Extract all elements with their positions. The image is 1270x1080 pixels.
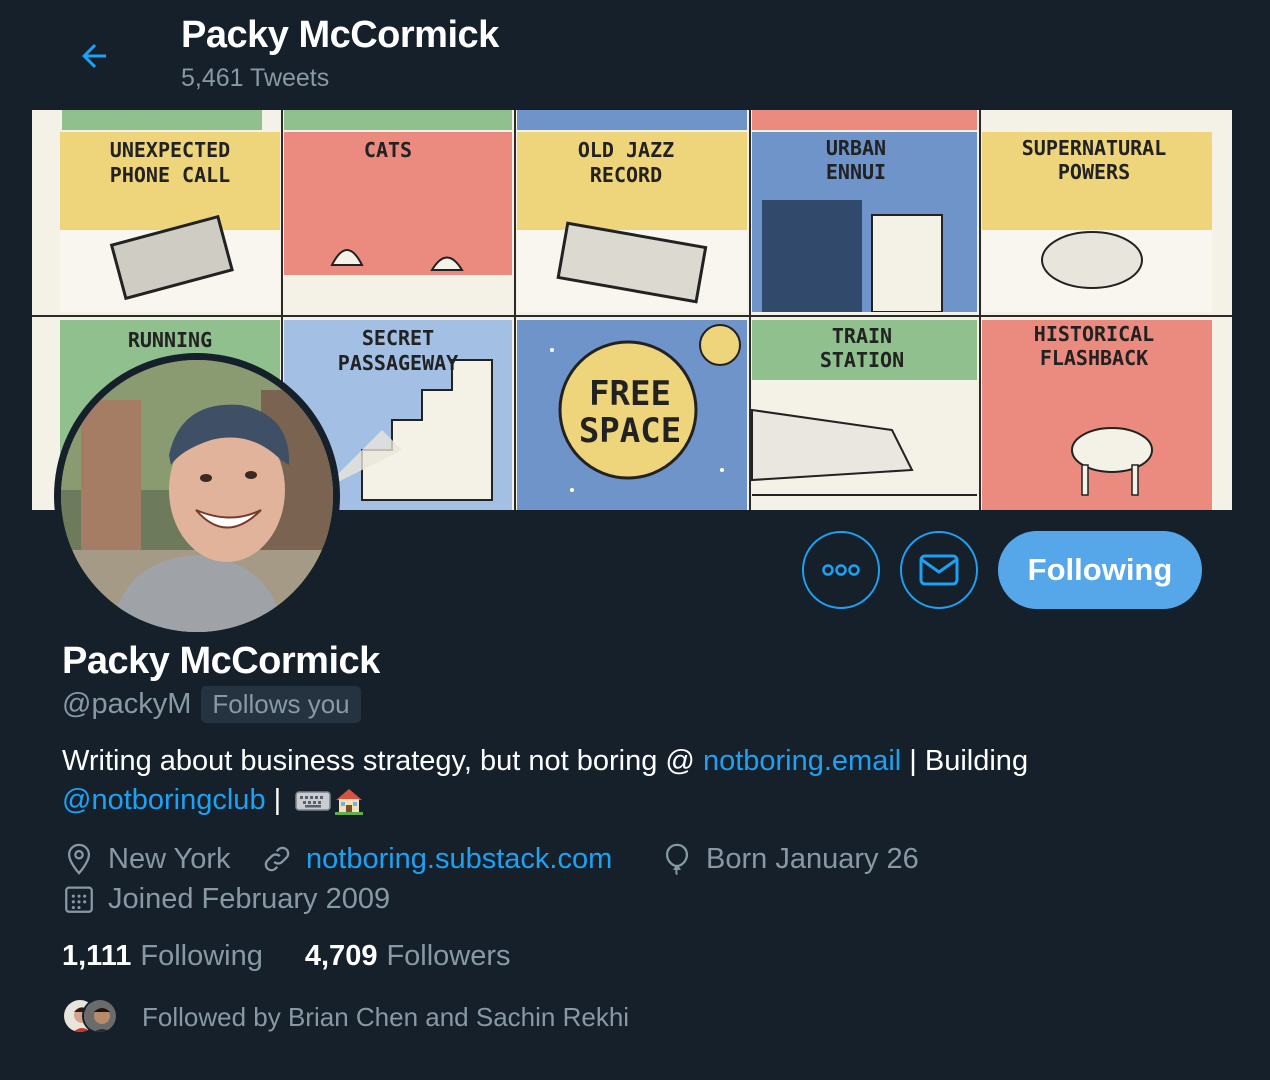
more-button[interactable] [802, 531, 880, 609]
profile-name: Packy McCormick [62, 640, 380, 682]
location-text: New York [108, 842, 231, 875]
envelope-icon [919, 554, 959, 586]
banner-label: HISTORICAL [1034, 322, 1154, 346]
handle-row: @packyM Follows you [62, 686, 361, 723]
banner-label: FREE [589, 374, 671, 414]
followers-stat[interactable]: 4,709 Followers [305, 940, 511, 973]
banner-label: UNEXPECTED [110, 138, 230, 162]
banner-label: OLD JAZZ [578, 138, 674, 162]
banner-label: RUNNING [128, 328, 212, 352]
location: New York [62, 842, 231, 876]
banner-label: PASSAGEWAY [338, 351, 458, 375]
avatar-photo [61, 360, 333, 632]
follow-stats: 1,111 Following 4,709 Followers [62, 940, 511, 973]
banner-label: TRAIN [832, 324, 892, 348]
banner-label: RECORD [590, 163, 662, 187]
birthday: Born January 26 [660, 842, 919, 876]
following-button[interactable]: Following [998, 531, 1202, 609]
banner-label: PHONE CALL [110, 163, 230, 187]
tweet-count: 5,461 Tweets [181, 64, 330, 92]
link-icon [264, 846, 290, 872]
joined-text: Joined February 2009 [108, 882, 391, 915]
website[interactable]: notboring.substack.com [260, 842, 612, 876]
following-label: Following [140, 940, 263, 972]
birthday-text: Born January 26 [706, 842, 919, 875]
joined-date: Joined February 2009 [62, 882, 390, 916]
header-title: Packy McCormick [181, 14, 499, 56]
following-count: 1,111 [62, 940, 132, 972]
banner-label: STATION [820, 348, 904, 372]
profile-header: Packy McCormick 5,461 Tweets [0, 0, 1270, 108]
banner-label: ENNUI [826, 160, 886, 184]
bio-link-club[interactable]: @notboringclub [62, 784, 266, 816]
followers-label: Followers [386, 940, 511, 972]
bio-text: | Building [901, 745, 1029, 777]
message-button[interactable] [900, 531, 978, 609]
banner-label: SPACE [579, 411, 681, 451]
followed-by[interactable]: Followed by Brian Chen and Sachin Rekhi [62, 998, 629, 1036]
back-button[interactable] [68, 30, 120, 82]
location-pin-icon [67, 843, 91, 875]
banner-label: CATS [364, 138, 412, 162]
bio-text: | [265, 784, 290, 816]
banner-label: URBAN [826, 136, 886, 160]
bio-link-email[interactable]: notboring.email [703, 745, 901, 777]
balloon-icon [665, 843, 689, 876]
banner-label: SECRET [362, 326, 434, 350]
profile-bio: Writing about business strategy, but not… [62, 742, 1192, 820]
followed-by-avatars [62, 998, 122, 1036]
followers-count: 4,709 [304, 940, 378, 972]
avatar [82, 998, 118, 1034]
website-link[interactable]: notboring.substack.com [306, 843, 612, 876]
followed-by-text: Followed by Brian Chen and Sachin Rekhi [142, 1001, 630, 1032]
profile-handle: @packyM [62, 688, 192, 720]
calendar-icon [65, 886, 93, 913]
arrow-left-icon [82, 44, 106, 68]
following-stat[interactable]: 1,111 Following [62, 940, 263, 973]
follows-you-badge: Follows you [201, 686, 361, 723]
more-icon [822, 564, 860, 576]
banner-label: POWERS [1058, 160, 1130, 184]
keyboard-emoji-icon [295, 791, 331, 812]
banner-label: FLASHBACK [1040, 346, 1148, 370]
house-emoji-icon [335, 789, 364, 816]
profile-avatar[interactable] [54, 353, 340, 639]
bio-text: Writing about business strategy, but not… [62, 745, 703, 777]
banner-label: SUPERNATURAL [1022, 136, 1167, 160]
